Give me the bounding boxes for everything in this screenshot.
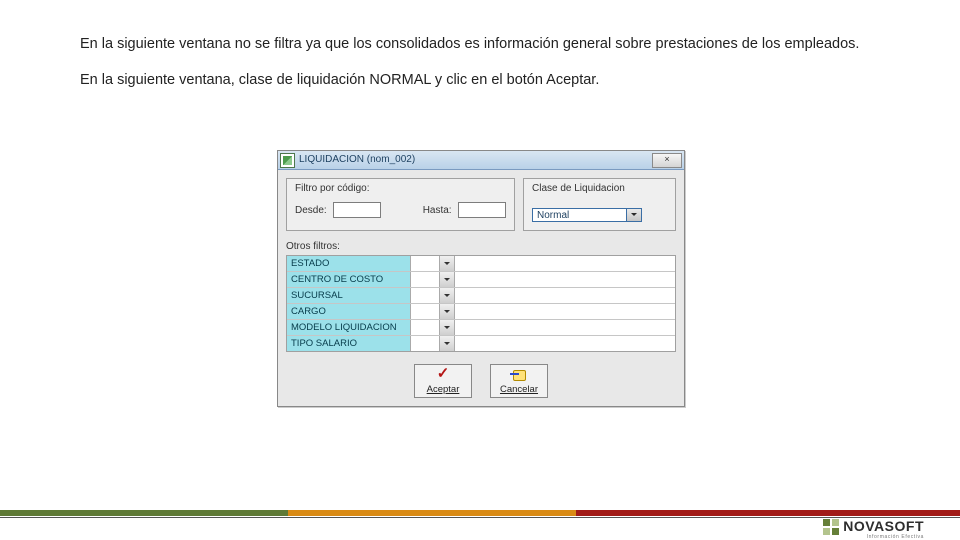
filters-grid: ESTADO CENTRO DE COSTO SUCURSAL (286, 255, 676, 352)
label-other-filters: Otros filtros: (286, 241, 676, 252)
filter-desc[interactable] (455, 256, 675, 271)
window-title: LIQUIDACION (nom_002) (299, 155, 652, 165)
filter-value-input[interactable] (411, 256, 440, 271)
brand-underline (0, 517, 960, 518)
combo-liquidation-class[interactable]: Normal (532, 208, 642, 222)
accept-label: Aceptar (427, 384, 460, 395)
cancel-button[interactable]: Cancelar (490, 364, 548, 398)
novasoft-logo: NOVASOFT Información Efectiva (823, 518, 924, 536)
chevron-down-icon[interactable] (440, 256, 455, 271)
groupbox-liquidation-class: Clase de Liquidacion Normal (523, 178, 676, 231)
filter-name: ESTADO (287, 256, 411, 271)
logo-text: NOVASOFT (843, 518, 924, 534)
accept-button[interactable]: Aceptar (414, 364, 472, 398)
brand-stripe (0, 510, 960, 516)
filter-value-input[interactable] (411, 272, 440, 287)
input-desde[interactable] (333, 202, 381, 218)
filter-value-input[interactable] (411, 320, 440, 335)
chevron-down-icon[interactable] (440, 320, 455, 335)
label-hasta: Hasta: (423, 205, 452, 216)
filter-row: CARGO (287, 304, 675, 320)
filter-name: CENTRO DE COSTO (287, 272, 411, 287)
filter-row: ESTADO (287, 256, 675, 272)
chevron-down-icon[interactable] (440, 336, 455, 351)
filter-desc[interactable] (455, 320, 675, 335)
filter-name: CARGO (287, 304, 411, 319)
filter-row: SUCURSAL (287, 288, 675, 304)
chevron-down-icon[interactable] (440, 288, 455, 303)
filter-desc[interactable] (455, 336, 675, 351)
chevron-down-icon[interactable] (440, 272, 455, 287)
chevron-down-icon[interactable] (440, 304, 455, 319)
filter-desc[interactable] (455, 288, 675, 303)
groupbox-class-legend: Clase de Liquidacion (532, 183, 667, 194)
filter-row: TIPO SALARIO (287, 336, 675, 351)
groupbox-filter-by-code: Filtro por código: Desde: Hasta: (286, 178, 515, 231)
titlebar[interactable]: LIQUIDACION (nom_002) × (278, 151, 684, 170)
liquidacion-dialog: LIQUIDACION (nom_002) × Filtro por códig… (277, 150, 685, 407)
filter-row: MODELO LIQUIDACION (287, 320, 675, 336)
filter-value-input[interactable] (411, 288, 440, 303)
app-icon (280, 153, 295, 168)
filter-desc[interactable] (455, 304, 675, 319)
filter-row: CENTRO DE COSTO (287, 272, 675, 288)
filter-value-input[interactable] (411, 336, 440, 351)
cancel-icon (510, 368, 528, 382)
slide: En la siguiente ventana no se filtra ya … (0, 0, 960, 540)
label-desde: Desde: (295, 205, 327, 216)
logo-mark (823, 519, 839, 535)
combo-value: Normal (532, 208, 627, 222)
cancel-label: Cancelar (500, 384, 538, 395)
instruction-text: En la siguiente ventana no se filtra ya … (80, 36, 900, 108)
groupbox-filter-legend: Filtro por código: (295, 183, 506, 194)
paragraph-1: En la siguiente ventana no se filtra ya … (80, 36, 900, 52)
logo-tagline: Información Efectiva (867, 534, 924, 540)
filter-name: TIPO SALARIO (287, 336, 411, 351)
paragraph-2: En la siguiente ventana, clase de liquid… (80, 72, 900, 88)
chevron-down-icon[interactable] (627, 208, 642, 222)
filter-name: SUCURSAL (287, 288, 411, 303)
filter-desc[interactable] (455, 272, 675, 287)
checkmark-icon (434, 368, 452, 382)
filter-value-input[interactable] (411, 304, 440, 319)
close-button[interactable]: × (652, 153, 682, 168)
filter-name: MODELO LIQUIDACION (287, 320, 411, 335)
input-hasta[interactable] (458, 202, 506, 218)
dialog-body: Filtro por código: Desde: Hasta: Clase d… (278, 170, 684, 406)
